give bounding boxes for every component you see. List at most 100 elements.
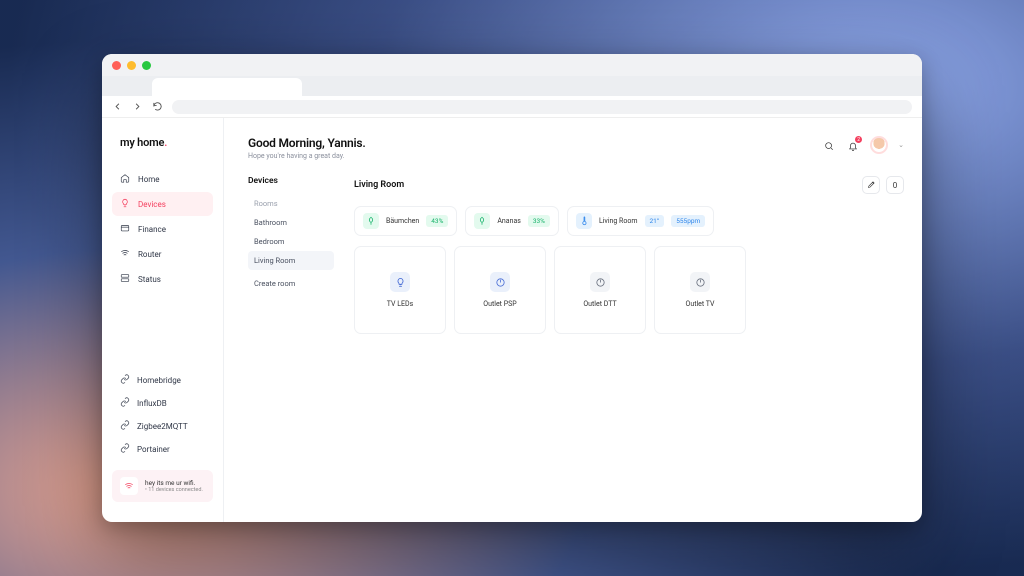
bulb-icon — [390, 272, 410, 292]
link-icon — [120, 443, 130, 455]
room-actions: 0 — [862, 176, 904, 194]
sensor-card[interactable]: Ananas 33% — [465, 206, 559, 236]
sensor-row: Bäumchen 43% Ananas 33% Living Room 21° — [354, 206, 904, 236]
browser-tab[interactable] — [152, 78, 302, 96]
server-icon — [120, 273, 130, 285]
external-links: Homebridge InfluxDB Zigbee2MQTT Portaine… — [102, 369, 223, 460]
device-name: Outlet DTT — [583, 300, 616, 308]
browser-tabstrip — [102, 76, 922, 96]
browser-toolbar — [102, 96, 922, 118]
notifications-button[interactable]: 2 — [846, 138, 860, 152]
sidebar: my home. Home Devices Finance Router — [102, 118, 224, 522]
maximize-window-icon[interactable] — [142, 61, 151, 70]
nav-home[interactable]: Home — [112, 167, 213, 191]
rooms-label: Rooms — [248, 194, 334, 213]
rooms-list: Rooms Bathroom Bedroom Living Room — [248, 194, 334, 270]
nav-finance[interactable]: Finance — [112, 217, 213, 241]
window-titlebar — [102, 54, 922, 76]
wifi-status-card[interactable]: hey its me ur wifi. • 11 devices connect… — [112, 470, 213, 502]
primary-nav: Home Devices Finance Router Status — [102, 167, 223, 291]
pencil-icon — [867, 180, 876, 191]
nav-status[interactable]: Status — [112, 267, 213, 291]
sensor-value-2: 555ppm — [671, 215, 705, 227]
close-window-icon[interactable] — [112, 61, 121, 70]
app-body: my home. Home Devices Finance Router — [102, 118, 922, 522]
sensor-value: 43% — [426, 215, 448, 227]
power-icon — [590, 272, 610, 292]
minimize-window-icon[interactable] — [127, 61, 136, 70]
nav-label: Devices — [138, 200, 166, 209]
brand-dot: . — [164, 136, 167, 149]
rooms-heading: Devices — [248, 176, 334, 186]
link-label: Zigbee2MQTT — [137, 422, 188, 431]
bulb-icon — [120, 198, 130, 210]
link-icon — [120, 420, 130, 432]
nav-devices[interactable]: Devices — [112, 192, 213, 216]
search-button[interactable] — [822, 138, 836, 152]
link-icon — [120, 397, 130, 409]
sensor-card[interactable]: Bäumchen 43% — [354, 206, 457, 236]
topbar-actions: 2 ⌄ — [822, 136, 904, 154]
wifi-icon — [120, 477, 138, 495]
link-icon — [120, 374, 130, 386]
sensor-value: 33% — [528, 215, 550, 227]
device-card[interactable]: Outlet DTT — [554, 246, 646, 334]
device-card[interactable]: Outlet PSP — [454, 246, 546, 334]
room-header: Living Room 0 — [354, 176, 904, 194]
greeting: Good Morning, Yannis. Hope you're having… — [248, 136, 366, 160]
device-grid: TV LEDs Outlet PSP Outlet DTT Outle — [354, 246, 904, 334]
chevron-down-icon[interactable]: ⌄ — [898, 141, 904, 149]
avatar[interactable] — [870, 136, 888, 154]
create-room-button[interactable]: Create room — [248, 274, 334, 293]
notifications-badge: 2 — [855, 136, 862, 143]
link-influxdb[interactable]: InfluxDB — [112, 392, 213, 414]
wifi-icon — [120, 248, 130, 260]
device-card[interactable]: Outlet TV — [654, 246, 746, 334]
wifi-title: hey its me ur wifi. — [145, 479, 203, 487]
app-window: my home. Home Devices Finance Router — [102, 54, 922, 522]
nav-forward-icon[interactable] — [132, 97, 143, 116]
device-name: Outlet TV — [686, 300, 715, 308]
room-bathroom[interactable]: Bathroom — [248, 213, 334, 232]
nav-reload-icon[interactable] — [152, 97, 163, 116]
plant-icon — [363, 213, 379, 229]
sensor-name: Ananas — [497, 217, 521, 225]
rooms-column: Devices Rooms Bathroom Bedroom Living Ro… — [248, 176, 334, 510]
main-area: Good Morning, Yannis. Hope you're having… — [224, 118, 922, 522]
link-portainer[interactable]: Portainer — [112, 438, 213, 460]
power-icon — [690, 272, 710, 292]
wifi-subtitle: • 11 devices connected. — [145, 487, 203, 493]
link-zigbee2mqtt[interactable]: Zigbee2MQTT — [112, 415, 213, 437]
sensor-card[interactable]: Living Room 21° 555ppm — [567, 206, 714, 236]
brand-logo: my home. — [102, 136, 223, 167]
room-bedroom[interactable]: Bedroom — [248, 232, 334, 251]
brand-name: my home — [120, 136, 164, 149]
room-living-room[interactable]: Living Room — [248, 251, 334, 270]
nav-label: Router — [138, 250, 161, 259]
sensor-name: Bäumchen — [386, 217, 419, 225]
edit-room-button[interactable] — [862, 176, 880, 194]
link-label: Homebridge — [137, 376, 181, 385]
room-count-badge[interactable]: 0 — [886, 176, 904, 194]
wallet-icon — [120, 223, 130, 235]
room-detail: Living Room 0 Bäumchen 43% — [354, 176, 904, 510]
nav-label: Home — [138, 175, 160, 184]
content-body: Devices Rooms Bathroom Bedroom Living Ro… — [248, 176, 904, 510]
greeting-title: Good Morning, Yannis. — [248, 136, 366, 150]
link-homebridge[interactable]: Homebridge — [112, 369, 213, 391]
room-title: Living Room — [354, 180, 404, 190]
nav-router[interactable]: Router — [112, 242, 213, 266]
thermometer-icon — [576, 213, 592, 229]
plant-icon — [474, 213, 490, 229]
nav-back-icon[interactable] — [112, 97, 123, 116]
device-card[interactable]: TV LEDs — [354, 246, 446, 334]
url-input[interactable] — [172, 100, 912, 114]
device-name: TV LEDs — [387, 300, 413, 308]
sensor-value: 21° — [645, 215, 665, 227]
power-icon — [490, 272, 510, 292]
greeting-subtitle: Hope you're having a great day. — [248, 152, 366, 160]
nav-label: Finance — [138, 225, 166, 234]
sensor-name: Living Room — [599, 217, 638, 225]
link-label: InfluxDB — [137, 399, 167, 408]
topbar: Good Morning, Yannis. Hope you're having… — [248, 136, 904, 160]
